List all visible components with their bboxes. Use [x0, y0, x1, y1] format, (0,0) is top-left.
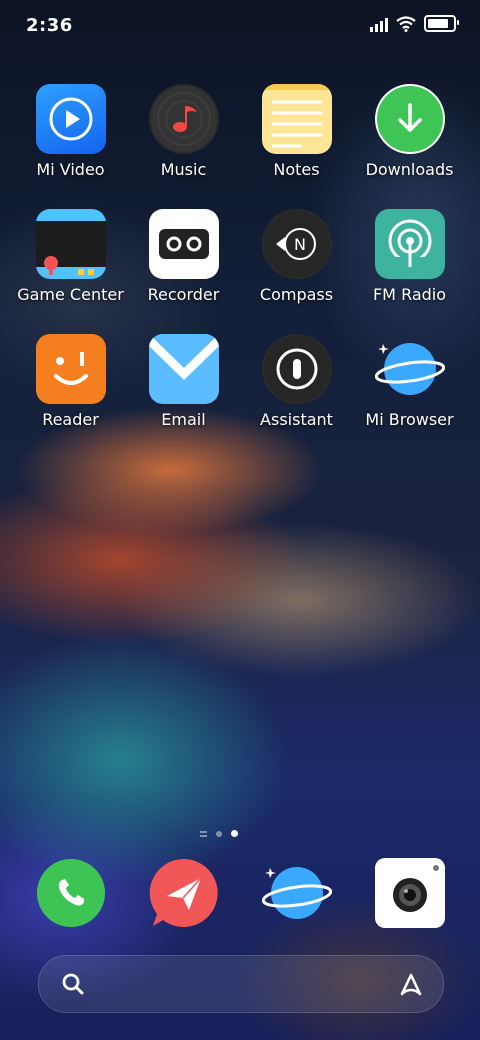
wifi-icon — [396, 15, 416, 32]
gamepad-icon — [35, 209, 106, 279]
app-label: Assistant — [260, 410, 333, 429]
app-label: FM Radio — [372, 285, 447, 304]
app-compass[interactable]: N Compass — [240, 209, 353, 304]
battery-icon — [424, 15, 459, 32]
envelope-icon — [148, 334, 219, 404]
planet-icon — [261, 867, 333, 919]
play-icon — [35, 84, 106, 154]
cassette-icon — [148, 209, 219, 279]
app-label: Downloads — [365, 160, 454, 179]
app-music[interactable]: Music — [127, 84, 240, 179]
app-label: Email — [161, 410, 206, 429]
smiley-icon — [35, 334, 106, 404]
page-indicator — [200, 830, 238, 837]
app-fm-radio[interactable]: FM Radio — [353, 209, 466, 304]
assistant-icon — [261, 334, 332, 404]
page-dot-active[interactable] — [231, 830, 238, 837]
app-label: Compass — [259, 285, 334, 304]
search-icon[interactable] — [61, 972, 85, 996]
app-recorder[interactable]: Recorder — [127, 209, 240, 304]
signal-icon — [370, 16, 388, 32]
app-reader[interactable]: Reader — [14, 334, 127, 429]
app-label: Music — [160, 160, 207, 179]
download-arrow-icon — [374, 84, 445, 154]
app-label: Game Center — [17, 285, 124, 304]
music-note-icon — [148, 84, 219, 154]
app-notes[interactable]: Notes — [240, 84, 353, 179]
notes-icon — [261, 84, 332, 154]
dock-messaging[interactable] — [149, 858, 219, 928]
app-label: Recorder — [147, 285, 220, 304]
app-game-center[interactable]: Game Center — [14, 209, 127, 304]
app-assistant[interactable]: Assistant — [240, 334, 353, 429]
compass-icon: N — [261, 209, 332, 279]
page-dot[interactable] — [216, 830, 222, 837]
app-label: Reader — [42, 410, 99, 429]
camera-icon — [375, 858, 445, 928]
app-label: Mi Browser — [365, 410, 454, 429]
app-mi-browser[interactable]: Mi Browser — [353, 334, 466, 429]
planet-icon — [374, 334, 445, 404]
phone-icon — [37, 859, 105, 927]
radio-antenna-icon — [374, 209, 445, 279]
dock-camera[interactable] — [375, 858, 445, 928]
app-label: Mi Video — [36, 160, 105, 179]
dock-browser[interactable] — [261, 858, 333, 928]
page-indicator-feed[interactable] — [200, 830, 207, 837]
assistant-a-icon[interactable] — [397, 970, 425, 998]
paper-plane-icon — [149, 858, 218, 927]
svg-text:N: N — [294, 235, 306, 254]
app-mi-video[interactable]: Mi Video — [14, 84, 127, 179]
status-icons — [370, 15, 459, 32]
search-bar[interactable] — [38, 955, 444, 1013]
app-downloads[interactable]: Downloads — [353, 84, 466, 179]
status-time: 2:36 — [26, 15, 73, 36]
app-email[interactable]: Email — [127, 334, 240, 429]
app-label: Notes — [273, 160, 320, 179]
status-bar: 2:36 — [0, 0, 480, 50]
dock-phone[interactable] — [36, 858, 106, 928]
